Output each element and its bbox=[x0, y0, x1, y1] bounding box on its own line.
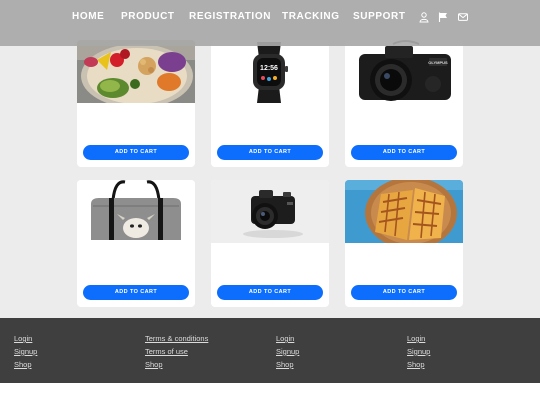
footer-column: Login Signup Shop bbox=[14, 334, 37, 372]
product-card: ADD TO CART bbox=[77, 180, 195, 307]
footer-link-signup[interactable]: Signup bbox=[14, 347, 37, 360]
footer-link-signup[interactable]: Signup bbox=[407, 347, 430, 360]
nav-product[interactable]: PRODUCT bbox=[121, 11, 175, 22]
footer-link-shop[interactable]: Shop bbox=[14, 360, 37, 373]
mail-icon[interactable] bbox=[457, 11, 469, 23]
add-to-cart-button[interactable]: ADD TO CART bbox=[351, 285, 457, 300]
nav-tracking[interactable]: TRACKING bbox=[282, 11, 340, 22]
footer-link-terms-of-use[interactable]: Terms of use bbox=[145, 347, 208, 360]
nav-registration[interactable]: REGISTRATION bbox=[189, 11, 271, 22]
product-card: ADD TO CART bbox=[345, 180, 463, 307]
footer-link-login[interactable]: Login bbox=[14, 334, 37, 347]
user-icon[interactable] bbox=[418, 11, 430, 23]
footer-column: Login Signup Shop bbox=[407, 334, 430, 372]
nav-home[interactable]: HOME bbox=[72, 11, 104, 22]
nav-support[interactable]: SUPPORT bbox=[353, 11, 406, 22]
add-to-cart-button[interactable]: ADD TO CART bbox=[351, 145, 457, 160]
flag-icon[interactable] bbox=[437, 11, 449, 23]
footer-link-login[interactable]: Login bbox=[407, 334, 430, 347]
footer-link-shop[interactable]: Shop bbox=[407, 360, 430, 373]
top-navbar: HOME PRODUCT REGISTRATION TRACKING SUPPO… bbox=[0, 0, 540, 46]
product-card: ADD TO CART bbox=[211, 180, 329, 307]
dslr-camera-image: OLYMPUS bbox=[345, 40, 463, 103]
footer: Login Signup Shop Terms & conditions Ter… bbox=[0, 318, 540, 383]
product-card: 12:56 ADD TO CART bbox=[211, 40, 329, 167]
svg-text:OLYMPUS: OLYMPUS bbox=[428, 60, 448, 65]
compact-camera-image bbox=[211, 180, 329, 243]
svg-text:12:56: 12:56 bbox=[260, 65, 278, 72]
add-to-cart-button[interactable]: ADD TO CART bbox=[217, 285, 323, 300]
grilled-sandwich-image bbox=[345, 180, 463, 243]
product-card: OLYMPUS ADD TO CART bbox=[345, 40, 463, 167]
smartwatch-image: 12:56 bbox=[211, 40, 329, 103]
add-to-cart-button[interactable]: ADD TO CART bbox=[83, 145, 189, 160]
product-card: ADD TO CART bbox=[77, 40, 195, 167]
footer-link-shop[interactable]: Shop bbox=[276, 360, 299, 373]
footer-link-terms-conditions[interactable]: Terms & conditions bbox=[145, 334, 208, 347]
add-to-cart-button[interactable]: ADD TO CART bbox=[217, 145, 323, 160]
footer-link-signup[interactable]: Signup bbox=[276, 347, 299, 360]
footer-link-shop[interactable]: Shop bbox=[145, 360, 208, 373]
add-to-cart-button[interactable]: ADD TO CART bbox=[83, 285, 189, 300]
footer-column: Terms & conditions Terms of use Shop bbox=[145, 334, 208, 372]
handbag-image bbox=[77, 180, 195, 243]
footer-column: Login Signup Shop bbox=[276, 334, 299, 372]
salad-bowl-image bbox=[77, 40, 195, 103]
footer-link-login[interactable]: Login bbox=[276, 334, 299, 347]
